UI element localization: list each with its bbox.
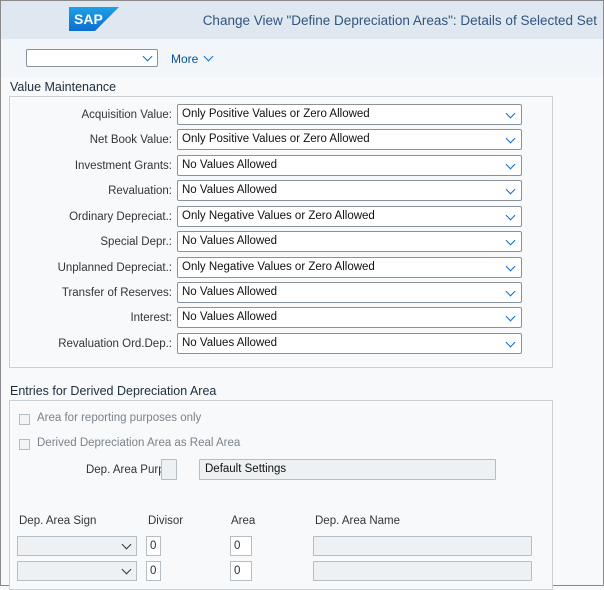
col-header-divisor: Divisor	[148, 515, 184, 527]
chevron-down-icon	[121, 539, 132, 550]
select-net-book-value[interactable]: Only Positive Values or Zero Allowed	[177, 129, 522, 150]
chevron-down-icon	[142, 51, 153, 62]
label-ordinary-depreciat: Ordinary Depreciat.:	[69, 211, 172, 223]
chevron-down-icon	[505, 286, 516, 297]
col-header-area: Area	[231, 515, 256, 527]
label-investment-grants: Investment Grants:	[74, 160, 172, 172]
select-revaluation-ord-dep-value: No Values Allowed	[182, 337, 278, 349]
select-special-depr[interactable]: No Values Allowed	[177, 231, 522, 252]
label-transfer-of-reserves: Transfer of Reserves:	[61, 287, 172, 299]
select-investment-grants-value: No Values Allowed	[182, 159, 278, 171]
area-value: 0	[234, 565, 241, 577]
select-revaluation[interactable]: No Values Allowed	[177, 180, 522, 201]
checkbox-reporting-only[interactable]	[19, 414, 30, 425]
chevron-down-icon	[505, 337, 516, 348]
chevron-down-icon	[505, 235, 516, 246]
select-net-book-value-value: Only Positive Values or Zero Allowed	[182, 133, 370, 145]
dep-area-name-field	[313, 561, 532, 581]
section-title-value-maintenance: Value Maintenance	[10, 80, 117, 94]
divisor-field[interactable]: 0	[146, 536, 161, 556]
divisor-value: 0	[150, 565, 157, 577]
chevron-down-icon	[505, 108, 516, 119]
dep-area-purpose-text: Default Settings	[199, 459, 496, 480]
shell-bar: SAP Change View "Define Depreciation Are…	[1, 1, 603, 39]
col-header-name: Dep. Area Name	[315, 515, 401, 527]
chevron-down-icon	[505, 210, 516, 221]
select-ordinary-depreciat[interactable]: Only Negative Values or Zero Allowed	[177, 206, 522, 227]
label-unplanned-depreciat: Unplanned Depreciat.:	[57, 262, 172, 274]
select-transfer-of-reserves[interactable]: No Values Allowed	[177, 282, 522, 303]
more-label: More	[171, 52, 199, 66]
dep-area-sign-select[interactable]	[17, 561, 137, 581]
select-ordinary-depreciat-value: Only Negative Values or Zero Allowed	[182, 210, 375, 222]
select-investment-grants[interactable]: No Values Allowed	[177, 155, 522, 176]
label-net-book-value: Net Book Value:	[89, 134, 172, 146]
area-value: 0	[234, 540, 241, 552]
dep-area-purpose-code[interactable]	[161, 459, 177, 480]
select-unplanned-depreciat[interactable]: Only Negative Values or Zero Allowed	[177, 257, 522, 278]
chevron-down-icon	[505, 133, 516, 144]
label-revaluation: Revaluation:	[108, 185, 172, 197]
checkbox-real-area-label: Derived Depreciation Area as Real Area	[37, 437, 241, 449]
area-field[interactable]: 0	[230, 561, 252, 581]
variant-select[interactable]	[26, 49, 158, 67]
select-interest[interactable]: No Values Allowed	[177, 307, 522, 328]
select-special-depr-value: No Values Allowed	[182, 235, 278, 247]
select-unplanned-depreciat-value: Only Negative Values or Zero Allowed	[182, 261, 375, 273]
select-revaluation-value: No Values Allowed	[182, 184, 278, 196]
area-field[interactable]: 0	[230, 536, 252, 556]
chevron-down-icon	[505, 311, 516, 322]
dep-area-purpose-label: Dep. Area Purp.:	[85, 464, 171, 476]
divisor-field[interactable]: 0	[146, 561, 161, 581]
select-revaluation-ord-dep[interactable]: No Values Allowed	[177, 333, 522, 354]
sap-logo[interactable]: SAP	[69, 7, 119, 31]
dep-area-sign-select[interactable]	[17, 536, 137, 556]
chevron-down-icon	[505, 184, 516, 195]
chevron-down-icon	[505, 159, 516, 170]
chevron-down-icon	[505, 261, 516, 272]
label-acquisition-value: Acquisition Value:	[81, 109, 172, 121]
divisor-value: 0	[150, 540, 157, 552]
select-acquisition-value[interactable]: Only Positive Values or Zero Allowed	[177, 104, 522, 125]
select-acquisition-value-value: Only Positive Values or Zero Allowed	[182, 108, 370, 120]
dep-area-purpose-text-value: Default Settings	[205, 463, 287, 475]
checkbox-real-area[interactable]	[19, 439, 30, 450]
logo-text: SAP	[74, 11, 103, 27]
label-revaluation-ord-dep: Revaluation Ord.Dep.:	[58, 338, 172, 350]
col-header-sign: Dep. Area Sign	[19, 515, 97, 527]
checkbox-reporting-label: Area for reporting purposes only	[37, 412, 202, 424]
page-title: Change View "Define Depreciation Areas":…	[202, 13, 597, 28]
section-title-derived-area: Entries for Derived Depreciation Area	[10, 384, 217, 398]
label-special-depr: Special Depr.:	[100, 236, 172, 248]
label-interest: Interest:	[130, 312, 172, 324]
more-button[interactable]: More	[171, 51, 214, 66]
chevron-down-icon	[121, 564, 132, 575]
select-interest-value: No Values Allowed	[182, 311, 278, 323]
select-transfer-of-reserves-value: No Values Allowed	[182, 286, 278, 298]
dep-area-name-field	[313, 536, 532, 556]
